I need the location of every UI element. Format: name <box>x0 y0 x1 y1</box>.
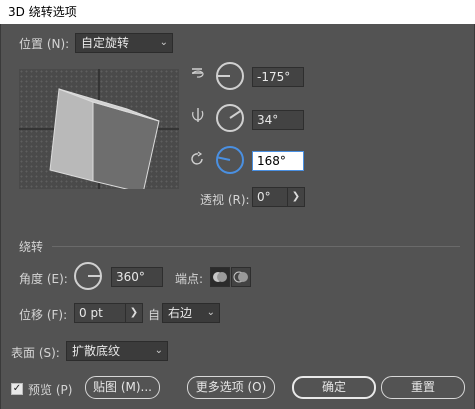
dial-needle <box>218 156 231 161</box>
cap-off-button[interactable] <box>231 267 251 287</box>
reset-button[interactable]: 重置 <box>381 376 465 399</box>
x-rotation-input[interactable]: -175° <box>252 67 304 87</box>
y-rotation-input[interactable]: 34° <box>252 110 304 130</box>
offset-input[interactable]: 0 pt <box>74 303 126 323</box>
dial-needle <box>229 110 241 119</box>
from-select-value: 右边 <box>168 306 193 320</box>
chevron-down-icon: ⌄ <box>154 345 163 356</box>
preview-checkbox[interactable]: ✓ <box>11 383 23 395</box>
x-axis-rotate-icon <box>190 65 204 81</box>
perspective-input[interactable]: 0° <box>252 187 288 207</box>
check-icon: ✓ <box>12 383 22 394</box>
chevron-right-icon: ❯ <box>291 191 301 202</box>
cap-off-icon <box>233 271 248 283</box>
title-bar: 3D 绕转选项 <box>0 0 475 24</box>
cap-on-button[interactable] <box>210 267 230 287</box>
revolve-section-label: 绕转 <box>19 240 44 254</box>
perspective-label: 透视 (R): <box>200 193 250 207</box>
ok-button[interactable]: 确定 <box>292 376 376 399</box>
section-divider <box>52 246 460 247</box>
dial-needle <box>88 275 100 277</box>
x-rotation-dial[interactable] <box>216 62 244 90</box>
more-options-button[interactable]: 更多选项 (O) <box>187 376 275 399</box>
offset-dropdown-button[interactable]: ❯ <box>125 303 143 323</box>
z-rotation-dial[interactable] <box>216 146 244 174</box>
cap-label: 端点: <box>175 272 204 286</box>
position-select[interactable]: 自定旋转 ⌄ <box>75 33 173 53</box>
angle-dial[interactable] <box>74 262 102 290</box>
chevron-right-icon: ❯ <box>129 307 139 318</box>
z-rotation-input[interactable]: 168° <box>252 151 304 171</box>
angle-input[interactable]: 360° <box>111 267 163 287</box>
preview-label: 预览 (P) <box>28 383 73 397</box>
chevron-down-icon: ⌄ <box>159 37 168 48</box>
rotation-preview[interactable] <box>19 69 179 189</box>
dial-needle <box>218 75 230 77</box>
chevron-down-icon: ⌄ <box>206 307 215 318</box>
surface-select-value: 扩散底纹 <box>72 344 121 358</box>
position-select-value: 自定旋转 <box>81 36 130 50</box>
cube-preview[interactable] <box>19 69 179 189</box>
from-select[interactable]: 右边 ⌄ <box>162 303 220 323</box>
y-rotation-dial[interactable] <box>216 104 244 132</box>
angle-label: 角度 (E): <box>19 272 68 286</box>
map-button[interactable]: 贴图 (M)... <box>85 376 160 399</box>
surface-label: 表面 (S): <box>11 346 60 360</box>
offset-label: 位移 (F): <box>19 308 68 322</box>
z-axis-rotate-icon <box>190 151 206 167</box>
surface-select[interactable]: 扩散底纹 ⌄ <box>66 341 168 361</box>
window-title: 3D 绕转选项 <box>8 5 77 19</box>
from-label: 自 <box>148 308 161 322</box>
perspective-dropdown-button[interactable]: ❯ <box>287 187 305 207</box>
y-axis-rotate-icon <box>190 107 206 123</box>
position-label: 位置 (N): <box>19 37 70 51</box>
cap-on-icon <box>213 272 227 282</box>
